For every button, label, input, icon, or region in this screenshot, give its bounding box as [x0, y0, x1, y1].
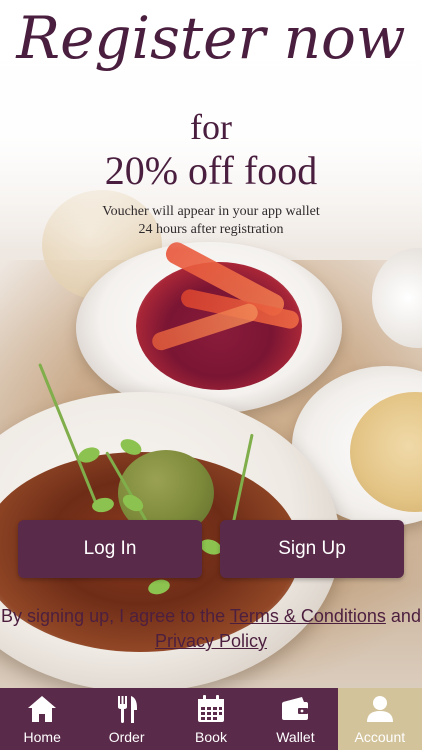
- calendar-icon: [198, 695, 225, 722]
- offer-text: 20% off food: [104, 148, 318, 193]
- tab-account-label: Account: [354, 729, 406, 745]
- privacy-policy-link[interactable]: Privacy Policy: [155, 631, 267, 651]
- voucher-note: Voucher will appear in your app wallet 2…: [0, 203, 422, 239]
- tab-home[interactable]: Home: [0, 688, 84, 750]
- legal-middle: and: [385, 606, 421, 626]
- register-screen: Register now for 20% off food Voucher wi…: [0, 0, 422, 750]
- wallet-icon: [282, 697, 309, 720]
- headline-for: for: [190, 107, 232, 147]
- tab-order[interactable]: Order: [84, 688, 168, 750]
- account-icon: [366, 696, 393, 722]
- home-icon: [28, 696, 57, 722]
- bottom-tab-bar: Home Order Book Wallet Account: [0, 688, 422, 750]
- tab-order-label: Order: [108, 729, 145, 745]
- login-button[interactable]: Log In: [18, 520, 202, 578]
- voucher-note-line2: 24 hours after registration: [138, 222, 284, 237]
- tab-book-label: Book: [195, 729, 227, 745]
- headline: Register now: [16, 4, 406, 72]
- voucher-note-line1: Voucher will appear in your app wallet: [102, 204, 320, 219]
- tab-wallet[interactable]: Wallet: [253, 688, 337, 750]
- tab-book[interactable]: Book: [169, 688, 253, 750]
- tab-account[interactable]: Account: [337, 688, 422, 750]
- tab-wallet-label: Wallet: [276, 729, 315, 745]
- tab-home-label: Home: [23, 729, 61, 745]
- terms-link[interactable]: Terms & Conditions: [230, 606, 386, 626]
- legal-prefix: By signing up, I agree to the: [1, 606, 230, 626]
- signup-button[interactable]: Sign Up: [220, 520, 404, 578]
- fork-knife-icon: [117, 696, 137, 723]
- legal-text: By signing up, I agree to the Terms & Co…: [0, 604, 422, 654]
